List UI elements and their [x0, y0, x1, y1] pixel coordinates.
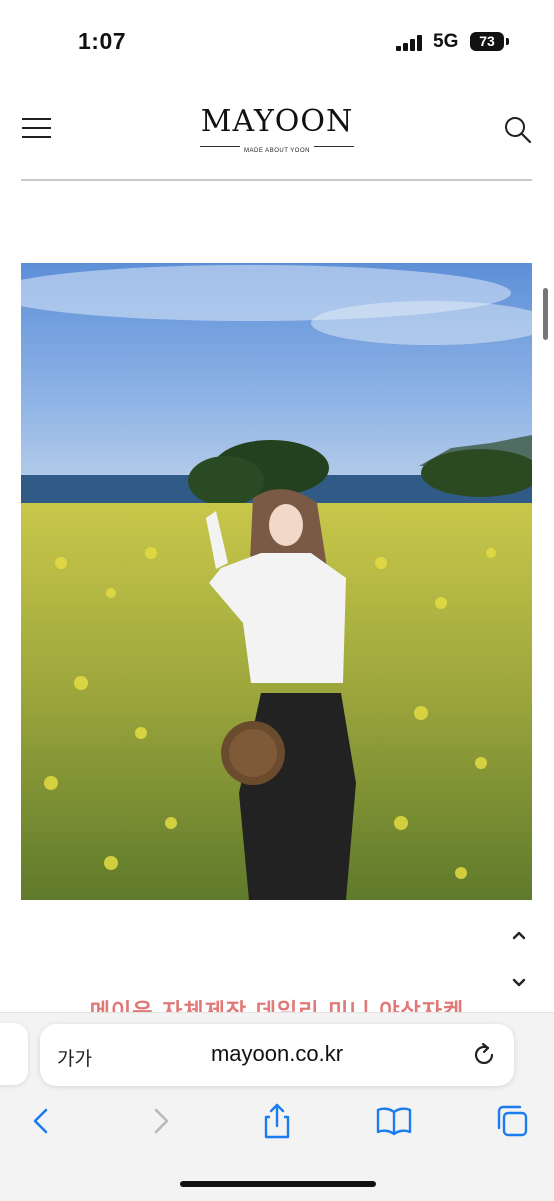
bookmarks-icon[interactable]: [374, 1101, 414, 1141]
site-header: MAYOON MADE ABOUT YOON: [0, 95, 554, 181]
back-icon[interactable]: [22, 1101, 62, 1141]
hamburger-menu-icon[interactable]: [22, 117, 52, 139]
header-divider: [21, 179, 532, 181]
network-type: 5G: [433, 31, 459, 52]
product-photo[interactable]: [21, 263, 532, 900]
forward-icon[interactable]: [141, 1101, 181, 1141]
battery-level: 73: [470, 32, 504, 51]
url-text[interactable]: mayoon.co.kr: [40, 1041, 514, 1067]
product-photo-scene: [21, 263, 532, 900]
home-indicator[interactable]: [180, 1181, 376, 1187]
address-bar[interactable]: 가가 mayoon.co.kr: [40, 1024, 514, 1086]
battery-tip: [506, 38, 509, 45]
tabs-icon[interactable]: [492, 1101, 532, 1141]
chevron-up-icon[interactable]: [508, 925, 530, 945]
share-icon[interactable]: [257, 1101, 297, 1141]
logo-tagline: MADE ABOUT YOON: [244, 148, 310, 154]
logo-wordmark: MAYOON: [200, 104, 354, 139]
previous-tab-preview[interactable]: [0, 1023, 28, 1085]
page-scroll-indicator[interactable]: [543, 288, 548, 340]
status-bar: 1:07 5G 73: [0, 0, 554, 82]
browser-toolbar: 가가 mayoon.co.kr: [0, 1012, 554, 1201]
site-logo[interactable]: MAYOON MADE ABOUT YOON: [150, 104, 404, 154]
cellular-signal-icon: [396, 35, 422, 51]
logo-tagline-wrap: MADE ABOUT YOON: [200, 139, 354, 154]
search-icon[interactable]: [503, 115, 533, 145]
reload-icon[interactable]: [470, 1041, 498, 1069]
status-time: 1:07: [78, 28, 127, 54]
chevron-down-icon[interactable]: [508, 973, 530, 993]
